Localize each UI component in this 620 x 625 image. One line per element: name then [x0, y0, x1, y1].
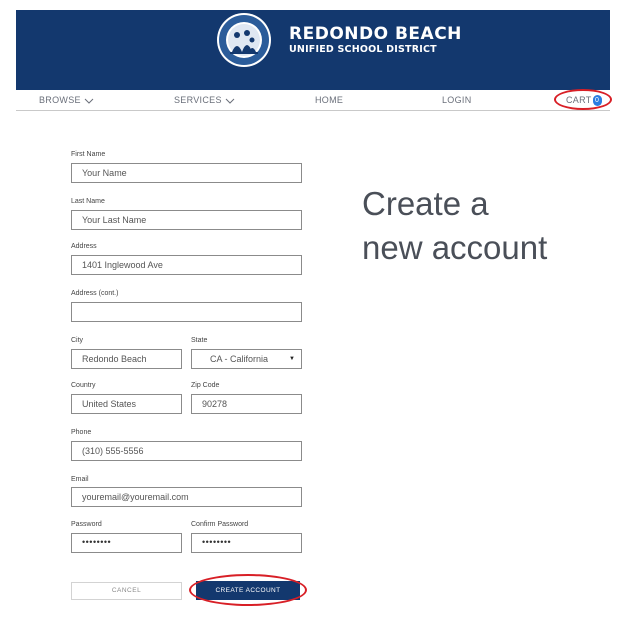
- zip-label: Zip Code: [191, 382, 220, 389]
- phone-label: Phone: [71, 429, 92, 436]
- dropdown-caret-icon: ▼: [289, 356, 295, 362]
- brand-title: REDONDO BEACH UNIFIED SCHOOL DISTRICT: [289, 26, 462, 56]
- brand-line-2: UNIFIED SCHOOL DISTRICT: [289, 44, 437, 55]
- cart-highlight-circle: [554, 89, 612, 110]
- nav-browse[interactable]: BROWSE: [39, 95, 94, 106]
- state-label: State: [191, 337, 208, 344]
- email-label: Email: [71, 476, 89, 483]
- first-name-field[interactable]: Your Name: [71, 163, 302, 183]
- email-field[interactable]: youremail@youremail.com: [71, 487, 302, 507]
- address-cont-label: Address (cont.): [71, 290, 119, 297]
- country-label: Country: [71, 382, 96, 389]
- page-title: Create a new account: [362, 182, 547, 270]
- cancel-button[interactable]: CANCEL: [71, 582, 182, 600]
- state-select-value: CA - California: [210, 354, 269, 364]
- nav-services[interactable]: SERVICES: [174, 95, 235, 106]
- last-name-field[interactable]: Your Last Name: [71, 210, 302, 230]
- city-field[interactable]: Redondo Beach: [71, 349, 182, 369]
- page-title-line-2: new account: [362, 229, 548, 266]
- last-name-label: Last Name: [71, 198, 105, 205]
- address-cont-field[interactable]: [71, 302, 302, 322]
- nav-browse-label: BROWSE: [39, 95, 81, 105]
- city-label: City: [71, 337, 84, 344]
- confirm-password-label: Confirm Password: [191, 521, 249, 528]
- address-label: Address: [71, 243, 97, 250]
- password-label: Password: [71, 521, 102, 528]
- phone-field[interactable]: (310) 555-5556: [71, 441, 302, 461]
- zip-field[interactable]: 90278: [191, 394, 302, 414]
- nav-home[interactable]: HOME: [315, 95, 343, 105]
- first-name-label: First Name: [71, 151, 106, 158]
- address-field[interactable]: 1401 Inglewood Ave: [71, 255, 302, 275]
- nav-services-label: SERVICES: [174, 95, 222, 105]
- main-nav: BROWSE SERVICES HOME LOGIN CART 0: [16, 90, 610, 111]
- create-account-highlight-circle: [189, 574, 307, 606]
- chevron-down-icon: [225, 96, 235, 106]
- brand-line-1: REDONDO BEACH: [289, 24, 462, 44]
- nav-login[interactable]: LOGIN: [442, 95, 472, 105]
- country-field[interactable]: United States: [71, 394, 182, 414]
- confirm-password-field[interactable]: ••••••••: [191, 533, 302, 553]
- state-select[interactable]: CA - California ▼: [191, 349, 302, 369]
- password-field[interactable]: ••••••••: [71, 533, 182, 553]
- chevron-down-icon: [84, 96, 94, 106]
- page-title-line-1: Create a: [362, 185, 489, 222]
- district-seal-logo[interactable]: [216, 12, 272, 68]
